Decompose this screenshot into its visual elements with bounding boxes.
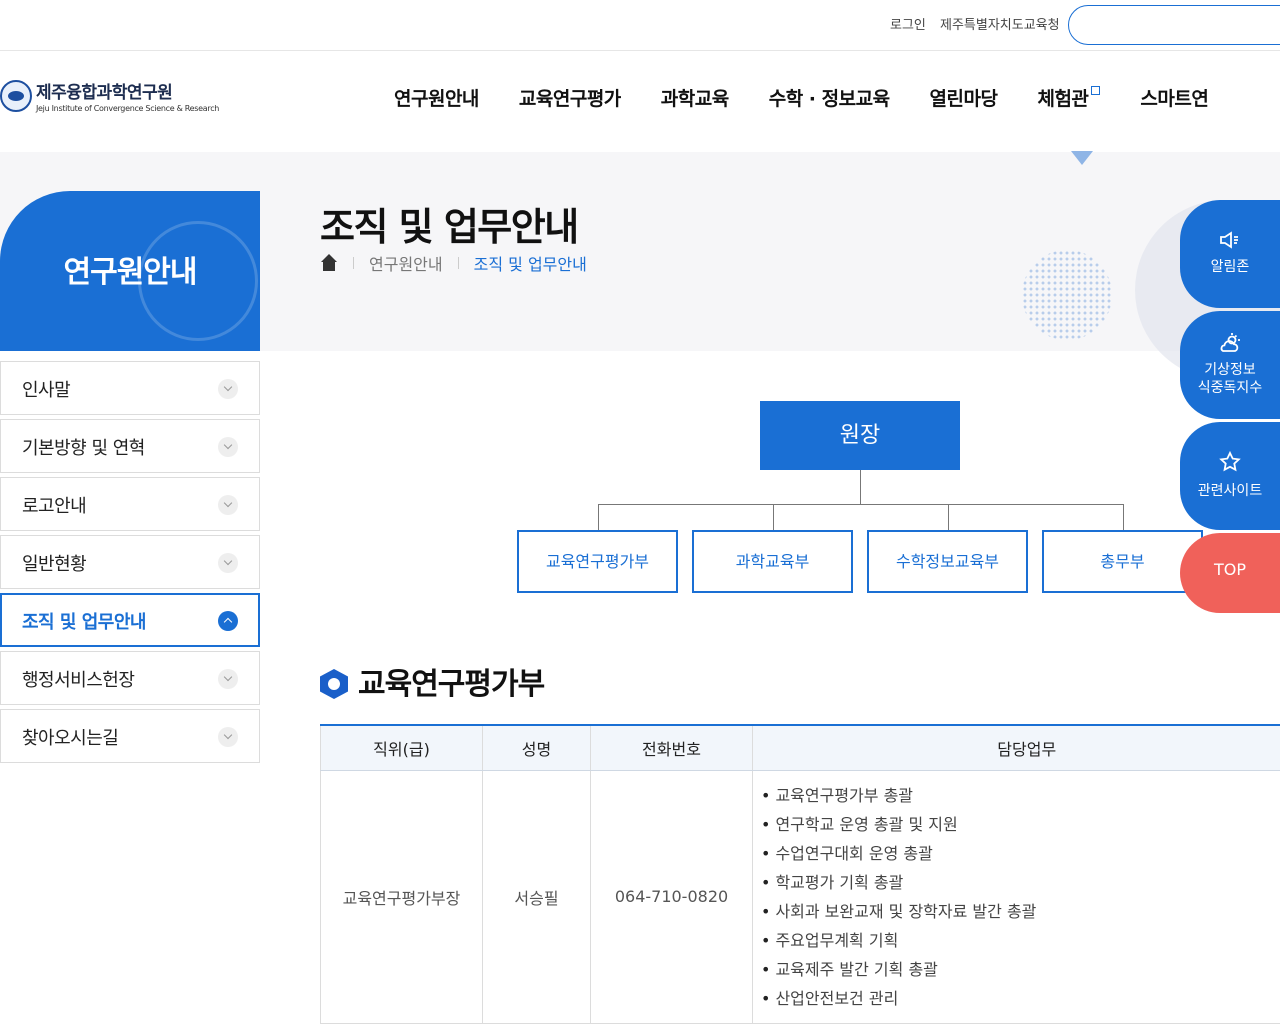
sidebar-item-label: 찾아오시는길 xyxy=(22,728,119,749)
sidebar-menu: 인사말 기본방향 및 연혁 로고안내 일반현황 조직 및 업무안내 행정서비스헌… xyxy=(0,361,260,767)
chevron-down-icon xyxy=(218,727,238,747)
sidebar-item-label: 인사말 xyxy=(22,380,71,401)
login-link[interactable]: 로그인 xyxy=(890,14,926,33)
sidebar-item-label: 일반현황 xyxy=(22,554,87,575)
site-logo[interactable]: 제주융합과학연구원 Jeju Institute of Convergence … xyxy=(0,78,219,113)
breadcrumb-divider xyxy=(457,257,459,269)
education-office-link[interactable]: 제주특별자치도교육청 xyxy=(940,14,1060,33)
list-item: 학교평가 기획 총괄 xyxy=(761,868,1280,897)
chevron-down-icon xyxy=(218,669,238,689)
org-connector xyxy=(1123,504,1124,530)
decorative-dots xyxy=(1022,250,1112,340)
sidebar-item-label: 행정서비스헌장 xyxy=(22,670,135,691)
external-link-icon xyxy=(1091,86,1101,95)
sidebar-item-label: 로고안내 xyxy=(22,496,87,517)
sidebar-item-organization[interactable]: 조직 및 업무안내 xyxy=(0,593,260,647)
table-row: 교육연구평가부장 서승필 064-710-0820 교육연구평가부 총괄 연구학… xyxy=(320,770,1280,1024)
column-header: 성명 xyxy=(482,725,591,771)
logo-subtitle: Jeju Institute of Convergence Science & … xyxy=(36,104,220,113)
nav-item-science[interactable]: 과학교육 xyxy=(661,84,729,111)
related-sites-button[interactable]: 관련사이트 xyxy=(1180,422,1280,530)
org-connector xyxy=(773,504,774,530)
chevron-down-icon xyxy=(218,553,238,573)
nav-item-smart[interactable]: 스마트연 xyxy=(1140,84,1208,111)
duties-list: 교육연구평가부 총괄 연구학교 운영 총괄 및 지원 수업연구대회 운영 총괄 … xyxy=(761,781,1280,1013)
breadcrumb: 연구원안내 조직 및 업무안내 xyxy=(320,251,587,275)
logo-title: 제주융합과학연구원 xyxy=(36,83,173,103)
megaphone-icon xyxy=(1220,231,1238,249)
list-item: 수업연구대회 운영 총괄 xyxy=(761,839,1280,868)
org-connector xyxy=(860,470,861,505)
sidebar-header: 연구원안내 xyxy=(0,191,260,351)
org-head-box: 원장 xyxy=(760,401,960,470)
breadcrumb-current: 조직 및 업무안내 xyxy=(473,255,587,274)
nav-item-experience-label: 체험관 xyxy=(1037,88,1089,110)
star-icon xyxy=(1219,450,1241,472)
search-input[interactable] xyxy=(1068,5,1280,45)
org-dept-box[interactable]: 총무부 xyxy=(1042,530,1203,593)
home-icon[interactable] xyxy=(320,254,338,272)
duties-cell: 교육연구평가부 총괄 연구학교 운영 총괄 및 지원 수업연구대회 운영 총괄 … xyxy=(752,770,1280,1024)
list-item: 주요업무계획 기획 xyxy=(761,926,1280,955)
nav-item-experience[interactable]: 체험관 xyxy=(1037,84,1101,111)
weather-info-button[interactable]: 기상정보 식중독지수 xyxy=(1180,311,1280,419)
table-header-row: 직위(급) 성명 전화번호 담당업무 xyxy=(320,725,1280,771)
staff-table: 직위(급) 성명 전화번호 담당업무 교육연구평가부장 서승필 064-710-… xyxy=(320,724,1280,1024)
list-item: 교육연구평가부 총괄 xyxy=(761,781,1280,810)
chevron-down-icon xyxy=(218,437,238,457)
org-connector xyxy=(948,504,949,530)
notice-zone-button[interactable]: 알림존 xyxy=(1180,200,1280,308)
phone-cell: 064-710-0820 xyxy=(590,770,753,1024)
sidebar-title: 연구원안내 xyxy=(63,255,198,290)
sidebar-item-history[interactable]: 기본방향 및 연혁 xyxy=(0,419,260,473)
main-nav: 연구원안내 교육연구평가 과학교육 수학 · 정보교육 열린마당 체험관 스마트… xyxy=(394,84,1248,111)
nav-item-about[interactable]: 연구원안내 xyxy=(394,84,479,111)
logo-emblem-icon xyxy=(0,79,32,112)
sidebar-item-logo[interactable]: 로고안내 xyxy=(0,477,260,531)
weather-label: 기상정보 xyxy=(1204,362,1256,378)
sidebar-item-greeting[interactable]: 인사말 xyxy=(0,361,260,415)
weather-icon xyxy=(1220,333,1240,352)
hexagon-bullet-icon xyxy=(320,669,348,699)
nav-pointer-icon xyxy=(1071,151,1093,165)
list-item: 산업안전보건 관리 xyxy=(761,984,1280,1013)
sidebar-item-charter[interactable]: 행정서비스헌장 xyxy=(0,651,260,705)
column-header: 전화번호 xyxy=(590,725,753,771)
nav-item-math-info[interactable]: 수학 · 정보교육 xyxy=(769,84,890,111)
chevron-down-icon xyxy=(218,495,238,515)
nav-item-open-forum[interactable]: 열린마당 xyxy=(930,84,998,111)
name-cell: 서승필 xyxy=(482,770,591,1024)
chevron-down-icon xyxy=(218,379,238,399)
sidebar-item-status[interactable]: 일반현황 xyxy=(0,535,260,589)
org-dept-box[interactable]: 과학교육부 xyxy=(692,530,853,593)
scroll-top-label: TOP xyxy=(1213,560,1246,579)
scroll-top-button[interactable]: TOP xyxy=(1180,533,1280,613)
org-connector xyxy=(598,504,1124,505)
sidebar-item-directions[interactable]: 찾아오시는길 xyxy=(0,709,260,763)
food-poisoning-label: 식중독지수 xyxy=(1197,380,1263,396)
nav-item-evaluation[interactable]: 교육연구평가 xyxy=(519,84,621,111)
list-item: 사회과 보완교재 및 장학자료 발간 총괄 xyxy=(761,897,1280,926)
column-header: 담당업무 xyxy=(752,725,1280,771)
breadcrumb-item[interactable]: 연구원안내 xyxy=(369,251,443,275)
list-item: 교육제주 발간 기획 총괄 xyxy=(761,955,1280,984)
notice-zone-label: 알림존 xyxy=(1210,259,1250,275)
list-item: 연구학교 운영 총괄 및 지원 xyxy=(761,810,1280,839)
org-connector xyxy=(598,504,599,530)
page-title: 조직 및 업무안내 xyxy=(320,205,579,249)
section-title: 교육연구평가부 xyxy=(358,667,545,702)
org-dept-box[interactable]: 교육연구평가부 xyxy=(517,530,678,593)
position-cell: 교육연구평가부장 xyxy=(320,770,483,1024)
sidebar-item-label: 조직 및 업무안내 xyxy=(22,612,146,633)
header: 제주융합과학연구원 Jeju Institute of Convergence … xyxy=(0,52,1280,152)
breadcrumb-divider xyxy=(353,257,354,269)
chevron-up-icon xyxy=(218,611,238,631)
page: 로그인 제주특별자치도교육청 제주융합과학연구원 Jeju Institute … xyxy=(0,0,1280,1024)
column-header: 직위(급) xyxy=(320,725,483,771)
sidebar-item-label: 기본방향 및 연혁 xyxy=(22,438,145,459)
quick-menu: 알림존 기상정보 식중독지수 관련사이트 TOP xyxy=(1180,200,1280,616)
org-dept-box[interactable]: 수학정보교육부 xyxy=(867,530,1028,593)
utility-bar: 로그인 제주특별자치도교육청 xyxy=(0,0,1280,51)
related-sites-label: 관련사이트 xyxy=(1197,483,1263,499)
